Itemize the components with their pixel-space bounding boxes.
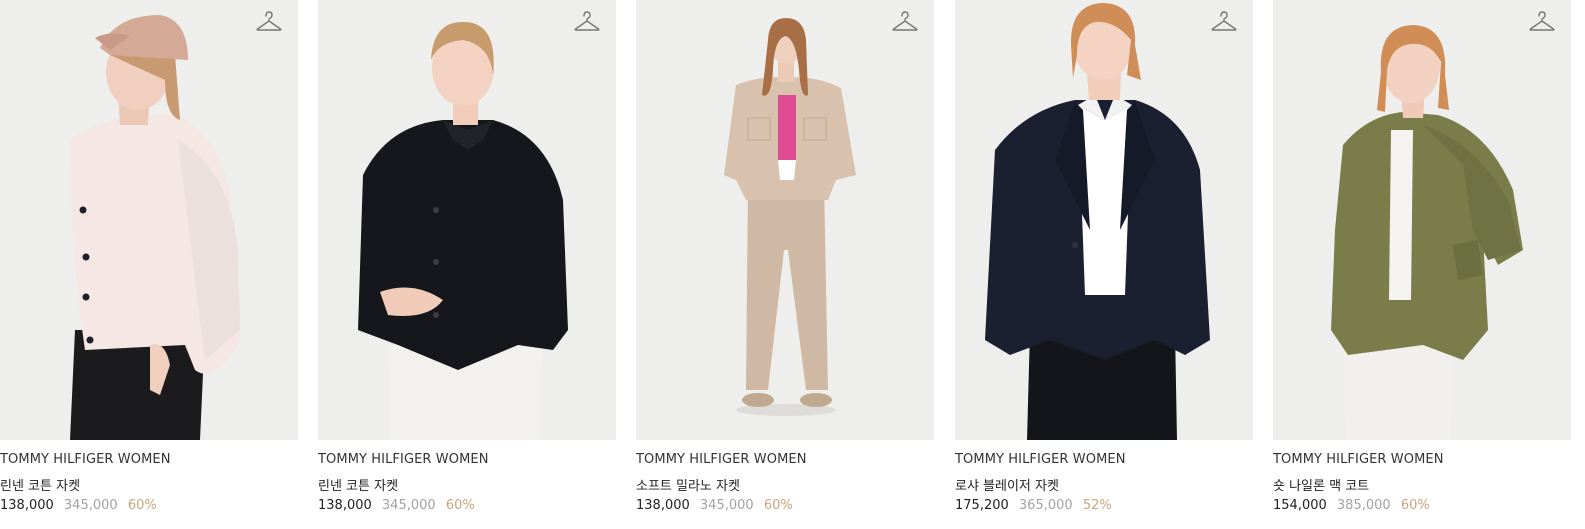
product-name[interactable]: 로샤 블레이저 자켓 — [955, 475, 1059, 494]
discount-rate: 52% — [1082, 498, 1112, 513]
product-prices: 138,000 345,000 60% — [636, 498, 793, 513]
product-photo-illustration — [985, 3, 1210, 440]
product-image[interactable] — [636, 0, 934, 440]
discount-rate: 60% — [127, 498, 157, 513]
product-image[interactable] — [1273, 0, 1571, 440]
product-card[interactable]: TOMMY HILFIGER WOMEN 숏 나일론 맥 코트 154,000 … — [1273, 0, 1571, 529]
product-card[interactable]: TOMMY HILFIGER WOMEN 소프트 밀라노 자켓 138,000 … — [636, 0, 934, 529]
product-name[interactable]: 린넨 코튼 자켓 — [0, 475, 80, 494]
product-image[interactable] — [955, 0, 1253, 440]
hanger-icon[interactable] — [574, 10, 600, 34]
discount-rate: 60% — [1400, 498, 1430, 513]
product-photo-illustration — [724, 18, 856, 416]
original-price: 345,000 — [699, 498, 754, 513]
product-brand[interactable]: TOMMY HILFIGER WOMEN — [0, 452, 171, 467]
product-brand[interactable]: TOMMY HILFIGER WOMEN — [636, 452, 807, 467]
discount-rate: 60% — [445, 498, 475, 513]
original-price: 385,000 — [1336, 498, 1391, 513]
hanger-icon[interactable] — [1211, 10, 1237, 34]
hanger-icon[interactable] — [256, 10, 282, 34]
hanger-icon[interactable] — [892, 10, 918, 34]
hanger-icon[interactable] — [1529, 10, 1555, 34]
discount-rate: 60% — [763, 498, 793, 513]
product-image[interactable] — [0, 0, 298, 440]
sale-price: 175,200 — [955, 498, 1009, 513]
product-photo-illustration — [70, 15, 240, 440]
sale-price: 138,000 — [318, 498, 372, 513]
sale-price: 138,000 — [0, 498, 54, 513]
product-image[interactable] — [318, 0, 616, 440]
product-brand[interactable]: TOMMY HILFIGER WOMEN — [955, 452, 1126, 467]
product-prices: 175,200 365,000 52% — [955, 498, 1112, 513]
sale-price: 154,000 — [1273, 498, 1327, 513]
product-name[interactable]: 숏 나일론 맥 코트 — [1273, 475, 1369, 494]
product-grid: TOMMY HILFIGER WOMEN 린넨 코튼 자켓 138,000 34… — [0, 0, 1585, 529]
product-name[interactable]: 린넨 코튼 자켓 — [318, 475, 398, 494]
product-card[interactable]: TOMMY HILFIGER WOMEN 린넨 코튼 자켓 138,000 34… — [0, 0, 298, 529]
original-price: 345,000 — [381, 498, 436, 513]
product-prices: 138,000 345,000 60% — [0, 498, 157, 513]
product-brand[interactable]: TOMMY HILFIGER WOMEN — [1273, 452, 1444, 467]
product-photo-illustration — [358, 21, 568, 440]
product-name[interactable]: 소프트 밀라노 자켓 — [636, 475, 740, 494]
product-brand[interactable]: TOMMY HILFIGER WOMEN — [318, 452, 489, 467]
product-card[interactable]: TOMMY HILFIGER WOMEN 린넨 코튼 자켓 138,000 34… — [318, 0, 616, 529]
product-photo-illustration — [1331, 25, 1523, 440]
product-prices: 154,000 385,000 60% — [1273, 498, 1430, 513]
original-price: 345,000 — [63, 498, 118, 513]
product-card[interactable]: TOMMY HILFIGER WOMEN 로샤 블레이저 자켓 175,200 … — [955, 0, 1253, 529]
sale-price: 138,000 — [636, 498, 690, 513]
product-prices: 138,000 345,000 60% — [318, 498, 475, 513]
original-price: 365,000 — [1018, 498, 1073, 513]
